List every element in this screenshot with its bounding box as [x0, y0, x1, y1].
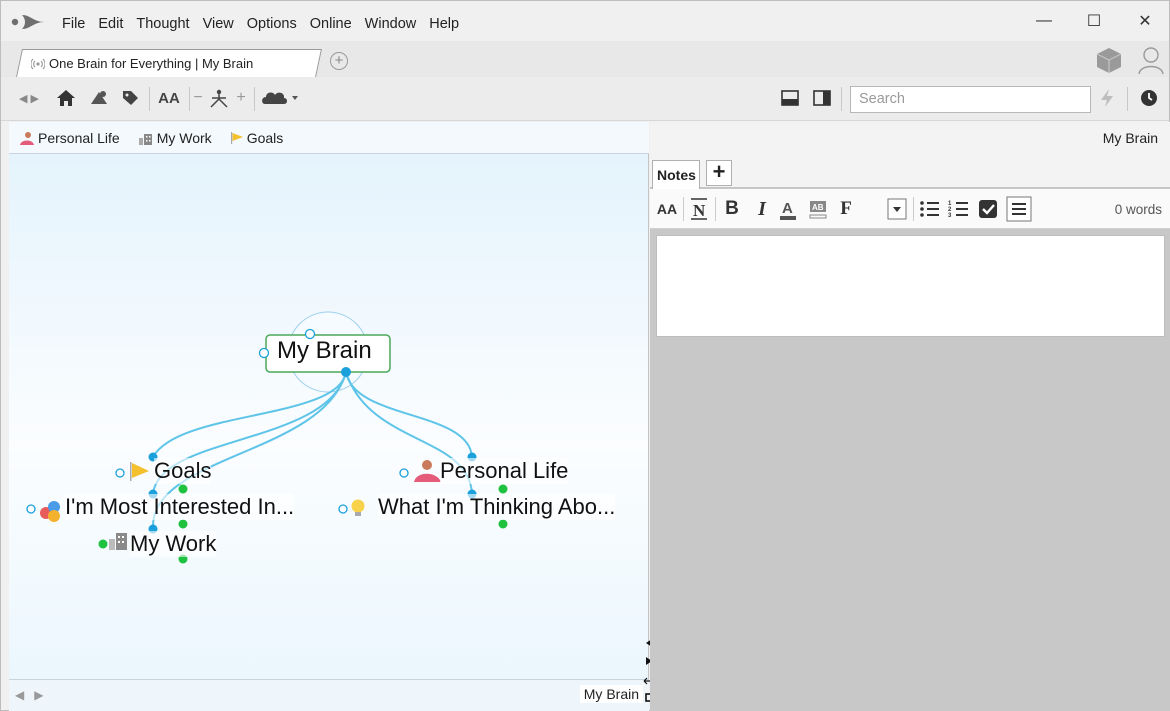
menu-online[interactable]: Online	[310, 16, 352, 32]
menu-file[interactable]: File	[62, 16, 85, 32]
notes-editor[interactable]	[656, 235, 1165, 337]
office-icon	[138, 133, 152, 145]
cloud-icon[interactable]	[261, 87, 299, 109]
layout-icon[interactable]	[208, 87, 230, 109]
numbered-list-icon[interactable]: 1 2 3	[947, 196, 971, 222]
notes-tab-bar: Notes +	[650, 156, 1170, 189]
word-count: 0 words	[1114, 202, 1162, 217]
svg-text:A: A	[782, 200, 793, 217]
history-nav-icon[interactable]: ◀ ▶	[14, 87, 44, 109]
align-icon[interactable]	[1006, 196, 1032, 222]
lightbulb-icon	[351, 499, 365, 516]
flag-icon	[130, 462, 149, 481]
pin-my-work[interactable]: My Work	[138, 130, 212, 146]
close-button[interactable]: ✕	[1135, 11, 1155, 31]
notes-thought-title: My Brain	[1102, 130, 1158, 146]
tab-row: One Brain for Everything | My Brain +	[1, 41, 1169, 77]
svg-text:AB: AB	[812, 203, 824, 212]
child-thought-goals[interactable]: Goals	[154, 458, 212, 484]
highlight-icon[interactable]: AB	[807, 196, 829, 222]
menu-options[interactable]: Options	[247, 16, 297, 32]
pin-label: Personal Life	[38, 129, 120, 146]
menu-view[interactable]: View	[203, 16, 234, 32]
plex-canvas[interactable]: My Brain Goals I'm Most Interested In...…	[9, 155, 649, 679]
svg-text:N: N	[693, 201, 706, 220]
layout-bottom-icon[interactable]	[780, 87, 800, 109]
bold-button[interactable]: B	[721, 196, 743, 222]
zoom-in-button[interactable]: +	[236, 87, 246, 109]
layout-side-icon[interactable]	[812, 87, 832, 109]
font-size-icon[interactable]: AA	[157, 87, 181, 109]
pin-label: My Work	[156, 129, 212, 146]
child-thought-personal-life[interactable]: Personal Life	[440, 458, 569, 484]
pin-goals[interactable]: Goals	[230, 129, 284, 146]
font-face-button[interactable]: F	[835, 196, 857, 222]
checkbox-icon[interactable]	[976, 196, 1000, 222]
child-thought-thinking[interactable]: What I'm Thinking Abo...	[378, 494, 616, 520]
search-input[interactable]: Search	[850, 86, 1091, 113]
current-thought-title: My Brain	[579, 685, 643, 703]
zoom-out-button[interactable]: −	[193, 87, 203, 109]
child-thought-my-work[interactable]: My Work	[130, 531, 217, 557]
minimize-button[interactable]: —	[1034, 11, 1054, 31]
bullet-list-icon[interactable]	[918, 196, 942, 222]
child-gate[interactable]	[341, 367, 351, 377]
broadcast-icon	[31, 58, 45, 69]
menu-items: File Edit Thought View Options Online Wi…	[62, 16, 472, 32]
plex-pane: Personal Life My Work Goals My Brain Goa…	[9, 122, 649, 711]
flag-icon	[230, 131, 243, 144]
tag-icon[interactable]	[121, 87, 139, 109]
plex-bottom-bar: ◀▶ My Brain	[9, 679, 649, 711]
toolbar: ◀ ▶ AA − + Search	[1, 77, 1169, 121]
menu-bar: File Edit Thought View Options Online Wi…	[1, 1, 1169, 41]
home-icon[interactable]	[56, 87, 76, 109]
menu-help[interactable]: Help	[429, 16, 459, 32]
clock-icon[interactable]	[1139, 87, 1159, 109]
person-icon	[20, 131, 34, 145]
parent-thought-icon[interactable]	[89, 87, 109, 109]
pins-bar: Personal Life My Work Goals	[9, 122, 649, 154]
add-tab-button[interactable]: +	[706, 160, 732, 186]
cube-icon[interactable]	[1094, 45, 1124, 75]
menu-window[interactable]: Window	[365, 16, 417, 32]
circles-icon	[40, 501, 60, 522]
user-avatar-icon[interactable]	[1137, 45, 1165, 75]
font-size-button[interactable]: AA	[654, 196, 680, 222]
app-logo-icon[interactable]	[11, 13, 47, 31]
child-thought-interests[interactable]: I'm Most Interested In...	[65, 494, 295, 520]
person-icon	[414, 460, 441, 482]
menu-thought[interactable]: Thought	[136, 16, 189, 32]
italic-button[interactable]: I	[751, 196, 773, 222]
pin-label: Goals	[246, 129, 284, 146]
office-icon	[109, 533, 127, 550]
tab-notes[interactable]: Notes	[652, 160, 700, 189]
active-thought-label[interactable]: My Brain	[277, 337, 372, 365]
menu-edit[interactable]: Edit	[98, 16, 123, 32]
maximize-button[interactable]: ☐	[1084, 11, 1104, 31]
brain-tab-label: One Brain for Everything | My Brain	[49, 56, 254, 71]
svg-text:3: 3	[948, 213, 952, 219]
dropdown-icon[interactable]	[886, 196, 908, 222]
lightning-icon[interactable]	[1098, 87, 1116, 109]
app-window: File Edit Thought View Options Online Wi…	[0, 0, 1170, 711]
plex-links	[26, 311, 508, 564]
normal-style-icon[interactable]: N	[688, 196, 710, 222]
jump-gate[interactable]	[258, 347, 270, 359]
font-color-icon[interactable]: A	[777, 196, 799, 222]
pin-personal-life[interactable]: Personal Life	[19, 130, 120, 146]
notes-pane: My Brain Notes + AA N B I A AB F 1 2 3 0…	[650, 122, 1170, 711]
new-tab-button[interactable]: +	[330, 52, 348, 70]
thought-nav-arrows-icon[interactable]: ◀▶	[15, 688, 53, 702]
formatting-toolbar: AA N B I A AB F 1 2 3 0 words	[650, 189, 1170, 229]
